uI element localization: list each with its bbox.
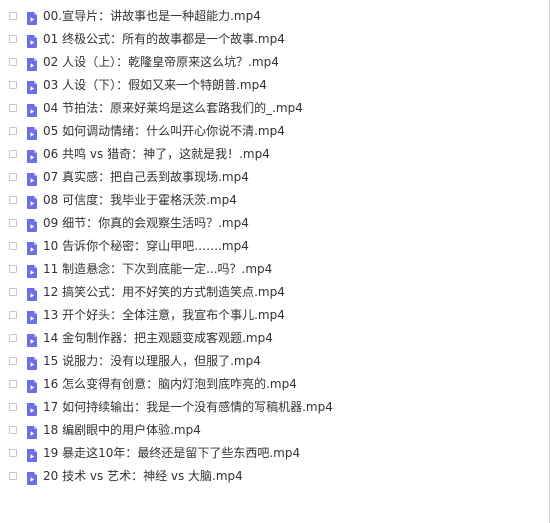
file-row[interactable]: 20 技术 vs 艺术：神经 vs 大脑.mp4 [0,465,549,488]
file-row[interactable]: 14 金句制作器：把主观题变成客观题.mp4 [0,327,549,350]
row-checkbox[interactable] [9,265,17,273]
row-checkbox[interactable] [9,334,17,342]
row-checkbox[interactable] [9,104,17,112]
file-row[interactable]: 15 说服力：没有以理服人，但服了.mp4 [0,350,549,373]
row-checkbox[interactable] [9,12,17,20]
file-row[interactable]: 16 怎么变得有创意：脑内灯泡到底咋亮的.mp4 [0,373,549,396]
video-file-icon [26,309,38,324]
file-name[interactable]: 15 说服力：没有以理服人，但服了.mp4 [43,354,261,369]
file-row[interactable]: 06 共鸣 vs 猎奇：神了，这就是我！.mp4 [0,143,549,166]
file-row[interactable]: 00.宣导片：讲故事也是一种超能力.mp4 [0,5,549,28]
file-name[interactable]: 12 搞笑公式：用不好笑的方式制造笑点.mp4 [43,285,285,300]
video-file-icon [26,263,38,278]
file-row[interactable]: 12 搞笑公式：用不好笑的方式制造笑点.mp4 [0,281,549,304]
video-file-icon [26,424,38,439]
video-file-icon [26,79,38,94]
row-checkbox[interactable] [9,127,17,135]
row-checkbox[interactable] [9,150,17,158]
file-name[interactable]: 07 真实感：把自己丢到故事现场.mp4 [43,170,249,185]
row-checkbox[interactable] [9,242,17,250]
file-name[interactable]: 01 终极公式：所有的故事都是一个故事.mp4 [43,32,285,47]
video-file-icon [26,401,38,416]
file-row[interactable]: 11 制造悬念：下次到底能一定...吗？.mp4 [0,258,549,281]
file-list: 00.宣导片：讲故事也是一种超能力.mp4 01 终极公式：所有的故事都是一个故事… [0,5,549,488]
row-checkbox[interactable] [9,196,17,204]
file-row[interactable]: 09 细节：你真的会观察生活吗？.mp4 [0,212,549,235]
video-file-icon [26,217,38,232]
file-row[interactable]: 18 编剧眼中的用户体验.mp4 [0,419,549,442]
file-row[interactable]: 17 如何持续输出：我是一个没有感情的写稿机器.mp4 [0,396,549,419]
file-name[interactable]: 17 如何持续输出：我是一个没有感情的写稿机器.mp4 [43,400,333,415]
file-name[interactable]: 00.宣导片：讲故事也是一种超能力.mp4 [43,9,261,24]
file-name[interactable]: 02 人设（上）：乾隆皇帝原来这么坑？.mp4 [43,55,279,70]
file-row[interactable]: 05 如何调动情绪：什么叫开心你说不清.mp4 [0,120,549,143]
row-checkbox[interactable] [9,380,17,388]
file-name[interactable]: 14 金句制作器：把主观题变成客观题.mp4 [43,331,273,346]
video-file-icon [26,447,38,462]
file-row[interactable]: 10 告诉你个秘密：穿山甲吧…….mp4 [0,235,549,258]
file-name[interactable]: 09 细节：你真的会观察生活吗？.mp4 [43,216,249,231]
video-file-icon [26,33,38,48]
file-row[interactable]: 03 人设（下）：假如又来一个特朗普.mp4 [0,74,549,97]
file-name[interactable]: 20 技术 vs 艺术：神经 vs 大脑.mp4 [43,469,243,484]
video-file-icon [26,10,38,25]
file-name[interactable]: 04 节拍法：原来好莱坞是这么套路我们的_.mp4 [43,101,303,116]
row-checkbox[interactable] [9,472,17,480]
file-name[interactable]: 03 人设（下）：假如又来一个特朗普.mp4 [43,78,267,93]
file-row[interactable]: 02 人设（上）：乾隆皇帝原来这么坑？.mp4 [0,51,549,74]
row-checkbox[interactable] [9,219,17,227]
file-list-panel: 00.宣导片：讲故事也是一种超能力.mp4 01 终极公式：所有的故事都是一个故事… [0,0,550,523]
file-row[interactable]: 04 节拍法：原来好莱坞是这么套路我们的_.mp4 [0,97,549,120]
file-row[interactable]: 19 暴走这10年：最终还是留下了些东西吧.mp4 [0,442,549,465]
file-row[interactable]: 01 终极公式：所有的故事都是一个故事.mp4 [0,28,549,51]
video-file-icon [26,355,38,370]
file-name[interactable]: 06 共鸣 vs 猎奇：神了，这就是我！.mp4 [43,147,270,162]
row-checkbox[interactable] [9,81,17,89]
row-checkbox[interactable] [9,449,17,457]
video-file-icon [26,332,38,347]
video-file-icon [26,125,38,140]
video-file-icon [26,378,38,393]
file-name[interactable]: 08 可信度：我毕业于霍格沃茨.mp4 [43,193,237,208]
video-file-icon [26,194,38,209]
video-file-icon [26,470,38,485]
row-checkbox[interactable] [9,426,17,434]
file-name[interactable]: 18 编剧眼中的用户体验.mp4 [43,423,201,438]
video-file-icon [26,148,38,163]
row-checkbox[interactable] [9,403,17,411]
file-name[interactable]: 16 怎么变得有创意：脑内灯泡到底咋亮的.mp4 [43,377,297,392]
file-name[interactable]: 10 告诉你个秘密：穿山甲吧…….mp4 [43,239,249,254]
row-checkbox[interactable] [9,173,17,181]
file-name[interactable]: 05 如何调动情绪：什么叫开心你说不清.mp4 [43,124,285,139]
row-checkbox[interactable] [9,288,17,296]
file-row[interactable]: 08 可信度：我毕业于霍格沃茨.mp4 [0,189,549,212]
video-file-icon [26,240,38,255]
row-checkbox[interactable] [9,357,17,365]
video-file-icon [26,286,38,301]
video-file-icon [26,56,38,71]
row-checkbox[interactable] [9,35,17,43]
row-checkbox[interactable] [9,311,17,319]
file-name[interactable]: 19 暴走这10年：最终还是留下了些东西吧.mp4 [43,446,300,461]
video-file-icon [26,171,38,186]
file-name[interactable]: 13 开个好头：全体注意，我宣布个事儿.mp4 [43,308,285,323]
video-file-icon [26,102,38,117]
row-checkbox[interactable] [9,58,17,66]
file-name[interactable]: 11 制造悬念：下次到底能一定...吗？.mp4 [43,262,272,277]
file-row[interactable]: 07 真实感：把自己丢到故事现场.mp4 [0,166,549,189]
file-row[interactable]: 13 开个好头：全体注意，我宣布个事儿.mp4 [0,304,549,327]
